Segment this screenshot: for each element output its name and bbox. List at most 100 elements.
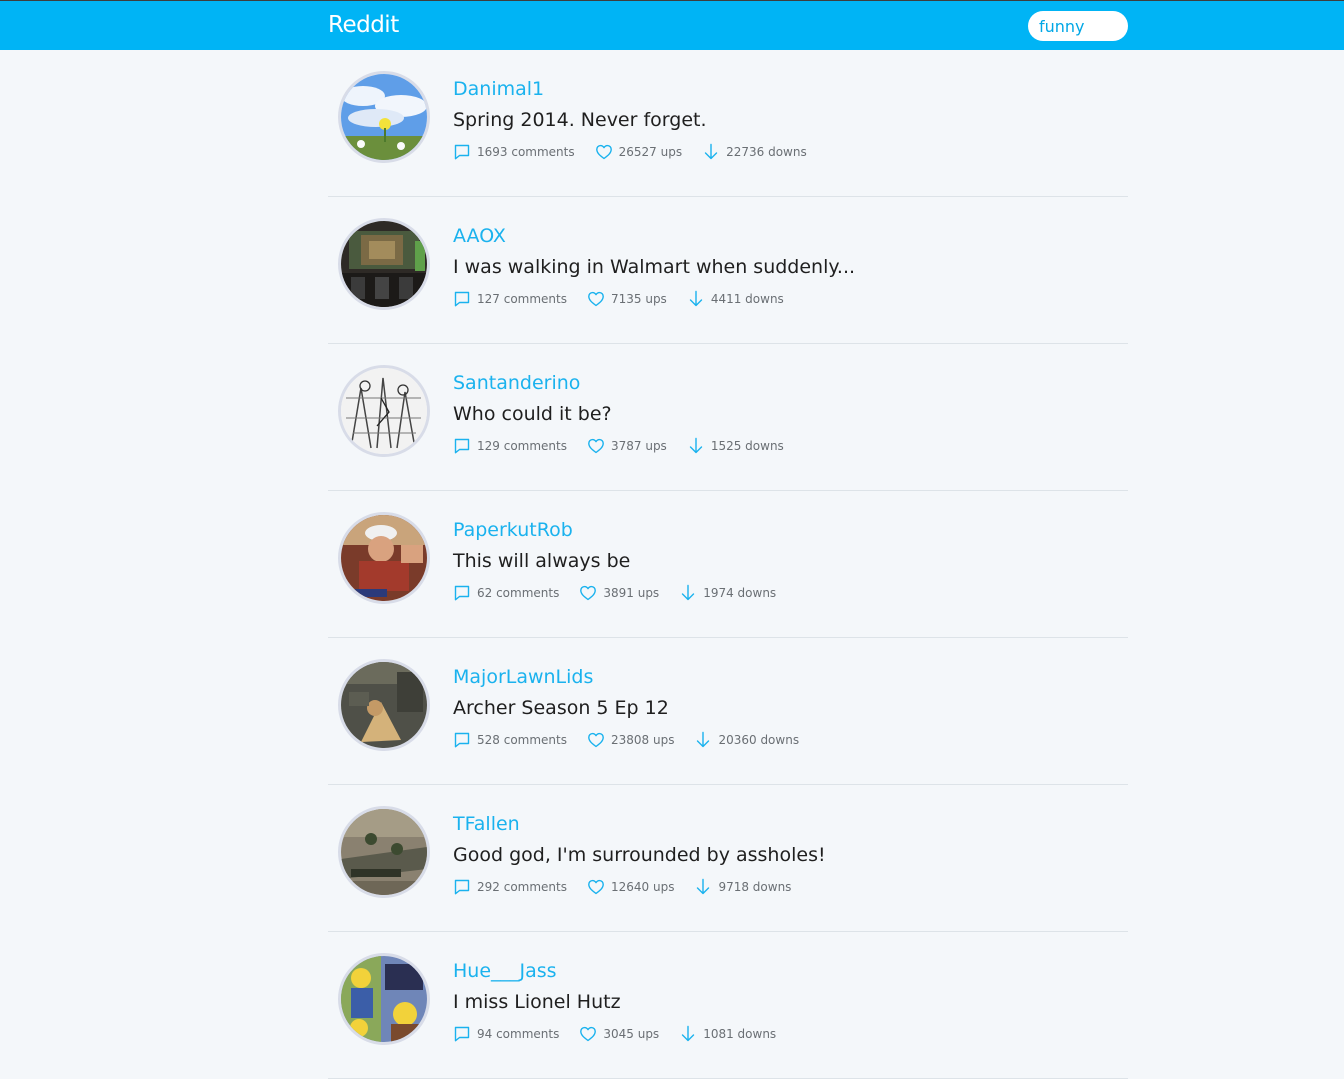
comments-label: 127 comments: [477, 292, 567, 306]
post-meta: 127 comments 7135 ups 4411 downs: [453, 289, 804, 309]
post-feed: Danimal1 Spring 2014. Never forget. 1693…: [328, 50, 1128, 1079]
heart-icon: [595, 143, 613, 161]
arrow-down-icon: [679, 1025, 697, 1043]
comments-count[interactable]: 127 comments: [453, 289, 567, 309]
heart-icon: [587, 731, 605, 749]
post-title[interactable]: This will always be: [453, 549, 630, 573]
post-meta: 129 comments 3787 ups 1525 downs: [453, 436, 804, 456]
downs-count[interactable]: 20360 downs: [694, 730, 799, 750]
comment-icon: [453, 878, 471, 896]
post-thumbnail[interactable]: [338, 365, 430, 457]
comments-count[interactable]: 1693 comments: [453, 142, 575, 162]
post-thumbnail[interactable]: [338, 806, 430, 898]
downs-count[interactable]: 1974 downs: [679, 583, 776, 603]
post-item: TFallen Good god, I'm surrounded by assh…: [328, 785, 1128, 932]
post-item: Danimal1 Spring 2014. Never forget. 1693…: [328, 50, 1128, 197]
post-thumbnail[interactable]: [338, 659, 430, 751]
post-thumbnail[interactable]: [338, 218, 430, 310]
ups-label: 3787 ups: [610, 439, 667, 453]
comments-count[interactable]: 292 comments: [453, 877, 567, 897]
post-meta: 1693 comments 26527 ups 22736 downs: [453, 142, 827, 162]
heart-icon: [579, 1025, 597, 1043]
downs-count[interactable]: 22736 downs: [702, 142, 807, 162]
post-title[interactable]: Archer Season 5 Ep 12: [453, 696, 669, 720]
post-title[interactable]: Good god, I'm surrounded by assholes!: [453, 843, 826, 867]
post-author-link[interactable]: PaperkutRob: [453, 518, 573, 542]
comment-icon: [453, 437, 471, 455]
brand-logo[interactable]: Reddit: [328, 10, 399, 40]
downs-count[interactable]: 1081 downs: [679, 1024, 776, 1044]
comments-count[interactable]: 94 comments: [453, 1024, 559, 1044]
downs-label: 22736 downs: [726, 145, 807, 159]
heart-icon: [587, 290, 605, 308]
post-author-link[interactable]: Santanderino: [453, 371, 580, 395]
arrow-down-icon: [702, 143, 720, 161]
arrow-down-icon: [687, 290, 705, 308]
downs-label: 20360 downs: [718, 733, 800, 747]
arrow-down-icon: [694, 878, 712, 896]
ups-label: 3891 ups: [603, 586, 660, 600]
post-author-link[interactable]: Danimal1: [453, 77, 544, 101]
comments-count[interactable]: 129 comments: [453, 436, 567, 456]
downs-count[interactable]: 1525 downs: [687, 436, 784, 456]
downs-count[interactable]: 9718 downs: [694, 877, 791, 897]
subreddit-search-input[interactable]: [1028, 11, 1128, 41]
ups-label: 3045 ups: [603, 1027, 660, 1041]
post-author-link[interactable]: Hue___Jass: [453, 959, 557, 983]
comments-count[interactable]: 62 comments: [453, 583, 559, 603]
post-item: Santanderino Who could it be? 129 commen…: [328, 344, 1128, 491]
downs-label: 9718 downs: [718, 880, 792, 894]
ups-count[interactable]: 3787 ups: [587, 436, 667, 456]
ups-count[interactable]: 26527 ups: [595, 142, 682, 162]
post-item: Hue___Jass I miss Lionel Hutz 94 comment…: [328, 932, 1128, 1079]
downs-label: 4411 downs: [710, 292, 784, 306]
downs-label: 1974 downs: [703, 586, 777, 600]
ups-label: 7135 ups: [610, 292, 667, 306]
heart-icon: [579, 584, 597, 602]
downs-count[interactable]: 4411 downs: [687, 289, 784, 309]
comments-label: 62 comments: [477, 586, 560, 600]
post-thumbnail[interactable]: [338, 512, 430, 604]
comments-label: 129 comments: [477, 439, 567, 453]
post-meta: 292 comments 12640 ups 9718 downs: [453, 877, 811, 897]
ups-label: 26527 ups: [618, 145, 683, 159]
arrow-down-icon: [679, 584, 697, 602]
comments-label: 1693 comments: [477, 145, 575, 159]
post-item: MajorLawnLids Archer Season 5 Ep 12 528 …: [328, 638, 1128, 785]
ups-label: 12640 ups: [610, 880, 675, 894]
post-thumbnail[interactable]: [338, 71, 430, 163]
post-item: PaperkutRob This will always be 62 comme…: [328, 491, 1128, 638]
comments-label: 94 comments: [477, 1027, 560, 1041]
post-author-link[interactable]: TFallen: [453, 812, 520, 836]
comments-label: 292 comments: [477, 880, 567, 894]
top-bar: Reddit: [0, 0, 1344, 50]
comment-icon: [453, 290, 471, 308]
comment-icon: [453, 584, 471, 602]
comment-icon: [453, 1025, 471, 1043]
ups-count[interactable]: 7135 ups: [587, 289, 667, 309]
post-title[interactable]: I miss Lionel Hutz: [453, 990, 621, 1014]
comments-label: 528 comments: [477, 733, 567, 747]
post-author-link[interactable]: MajorLawnLids: [453, 665, 593, 689]
ups-label: 23808 ups: [610, 733, 675, 747]
arrow-down-icon: [694, 731, 712, 749]
heart-icon: [587, 878, 605, 896]
post-item: AAOX I was walking in Walmart when sudde…: [328, 197, 1128, 344]
post-title[interactable]: Who could it be?: [453, 402, 612, 426]
ups-count[interactable]: 12640 ups: [587, 877, 674, 897]
post-title[interactable]: Spring 2014. Never forget.: [453, 108, 707, 132]
post-thumbnail[interactable]: [338, 953, 430, 1045]
post-meta: 528 comments 23808 ups 20360 downs: [453, 730, 819, 750]
downs-label: 1081 downs: [703, 1027, 777, 1041]
comment-icon: [453, 143, 471, 161]
post-author-link[interactable]: AAOX: [453, 224, 506, 248]
comments-count[interactable]: 528 comments: [453, 730, 567, 750]
downs-label: 1525 downs: [710, 439, 784, 453]
comment-icon: [453, 731, 471, 749]
heart-icon: [587, 437, 605, 455]
arrow-down-icon: [687, 437, 705, 455]
ups-count[interactable]: 3045 ups: [579, 1024, 659, 1044]
ups-count[interactable]: 23808 ups: [587, 730, 674, 750]
post-title[interactable]: I was walking in Walmart when suddenly..…: [453, 255, 855, 279]
ups-count[interactable]: 3891 ups: [579, 583, 659, 603]
